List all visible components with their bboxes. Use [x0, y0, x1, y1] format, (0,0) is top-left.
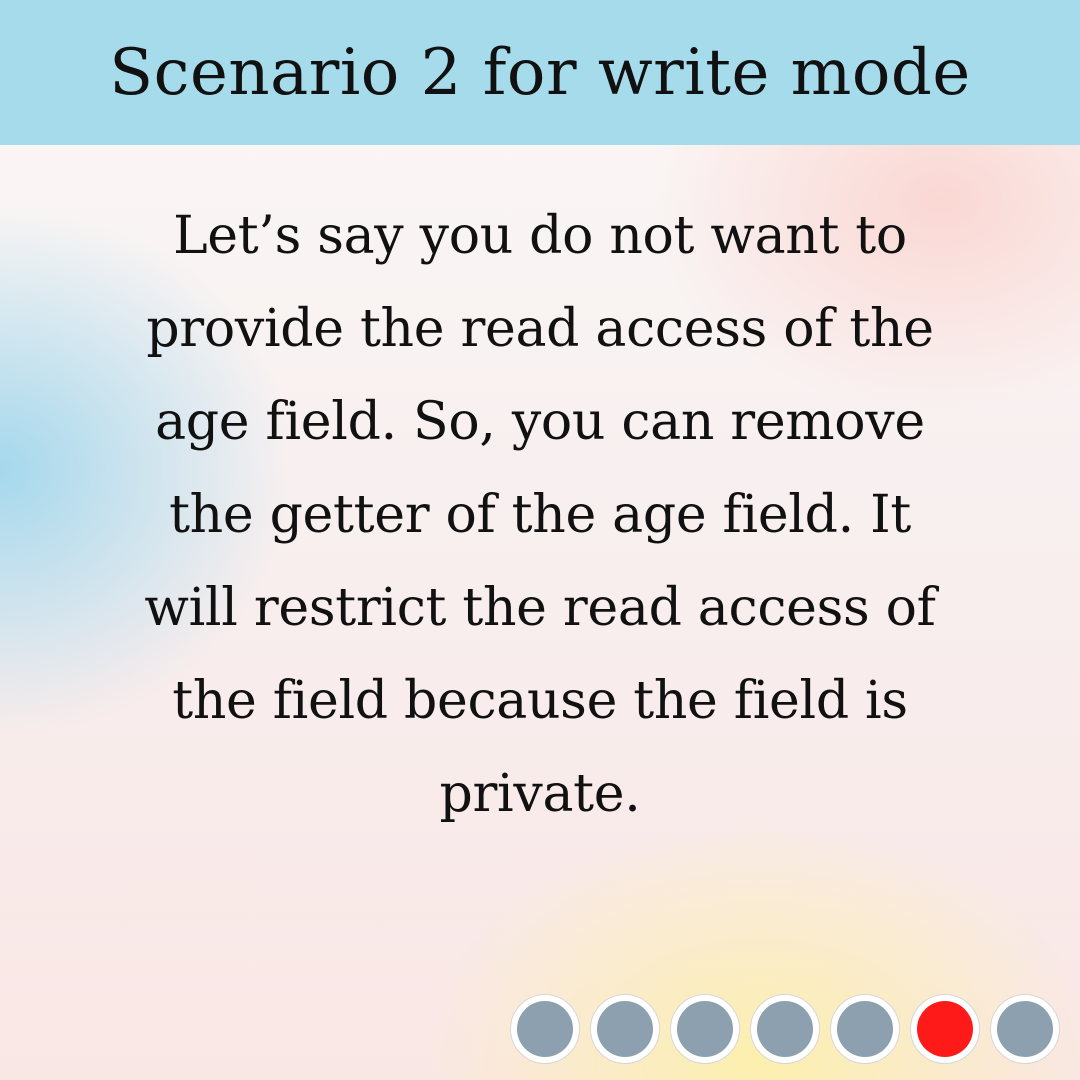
header-banner: Scenario 2 for write mode — [0, 0, 1080, 145]
slide-pagination-dots — [510, 994, 1070, 1064]
pagination-dot-fill — [757, 1001, 813, 1057]
pagination-dot[interactable] — [590, 994, 660, 1064]
body-line: the field because the field is — [172, 671, 908, 731]
pagination-dot-fill — [677, 1001, 733, 1057]
pagination-dot-fill — [917, 1001, 973, 1057]
pagination-dot-active[interactable] — [910, 994, 980, 1064]
pagination-dot[interactable] — [750, 994, 820, 1064]
body-line: will restrict the read access of — [144, 578, 936, 638]
pagination-dot[interactable] — [990, 994, 1060, 1064]
body-line: Let’s say you do not want to — [173, 206, 907, 266]
pagination-dot-fill — [597, 1001, 653, 1057]
body-line: the getter of the age field. It — [169, 485, 911, 545]
pagination-dot[interactable] — [670, 994, 740, 1064]
pagination-dot-fill — [837, 1001, 893, 1057]
pagination-dot[interactable] — [510, 994, 580, 1064]
slide-body-text: Let’s say you do not want to provide the … — [40, 190, 1040, 841]
pagination-dot-fill — [997, 1001, 1053, 1057]
slide-title: Scenario 2 for write mode — [109, 35, 971, 110]
body-line: provide the read access of the — [146, 299, 934, 359]
pagination-dot[interactable] — [830, 994, 900, 1064]
pagination-dot-fill — [517, 1001, 573, 1057]
body-line: age field. So, you can remove — [155, 392, 925, 452]
body-line: private. — [439, 764, 641, 824]
